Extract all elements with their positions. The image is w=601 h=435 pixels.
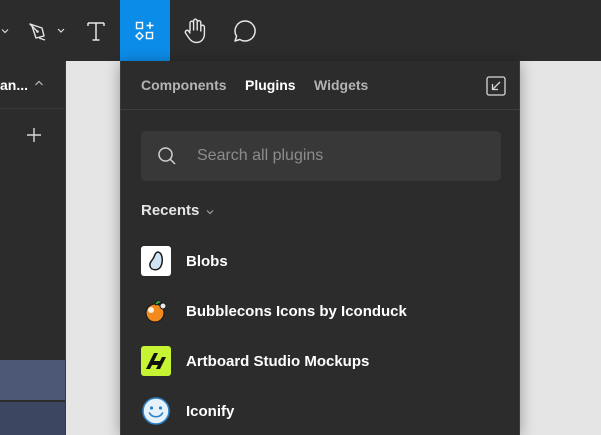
plugin-item-blobs[interactable]: Blobs (141, 246, 511, 280)
plugin-label: Blobs (186, 253, 228, 270)
selected-layer-row[interactable] (0, 360, 65, 400)
plugin-item-bubblecons[interactable]: Bubblecons Icons by Iconduck (141, 296, 511, 330)
layer-row[interactable] (0, 402, 65, 435)
text-tool-button[interactable] (78, 0, 114, 61)
chevron-down-icon[interactable] (0, 0, 10, 61)
tab-components[interactable]: Components (141, 77, 227, 94)
collapse-panel-icon[interactable] (485, 75, 507, 97)
plugin-label: Bubblecons Icons by Iconduck (186, 303, 407, 320)
artboard-studio-icon (141, 346, 171, 376)
chevron-down-icon[interactable] (205, 208, 215, 216)
resources-tool-button[interactable] (120, 0, 170, 61)
search-icon (158, 147, 176, 165)
pen-tool-button[interactable] (20, 0, 70, 61)
current-page-name[interactable]: an... (0, 77, 28, 93)
search-input[interactable] (197, 131, 487, 181)
plus-icon[interactable] (24, 125, 44, 145)
bubblecons-icon (141, 296, 171, 326)
tab-widgets[interactable]: Widgets (314, 77, 368, 94)
plugin-label: Artboard Studio Mockups (186, 353, 370, 370)
plugin-label: Iconify (186, 403, 235, 420)
resources-panel: Components Plugins Widgets Recents Blobs (120, 61, 520, 435)
left-panel: an... (0, 61, 66, 435)
hand-tool-button[interactable] (176, 0, 214, 61)
plugin-search-box[interactable] (141, 131, 501, 181)
hand-icon (184, 18, 206, 43)
pen-icon (29, 22, 65, 41)
top-toolbar (0, 0, 601, 61)
chevron-up-icon[interactable] (34, 79, 44, 87)
comment-icon (234, 19, 256, 42)
tab-plugins[interactable]: Plugins (245, 77, 296, 94)
iconify-icon (141, 396, 171, 426)
blobs-icon (141, 246, 171, 276)
resources-tabs: Components Plugins Widgets (121, 61, 519, 110)
plugin-item-artboard-studio[interactable]: Artboard Studio Mockups (141, 346, 511, 380)
text-icon (87, 21, 105, 41)
divider (0, 108, 66, 109)
comment-tool-button[interactable] (226, 0, 264, 61)
plugin-item-iconify[interactable]: Iconify (141, 396, 511, 430)
recents-dropdown[interactable]: Recents (141, 202, 199, 219)
resources-icon (135, 21, 154, 40)
